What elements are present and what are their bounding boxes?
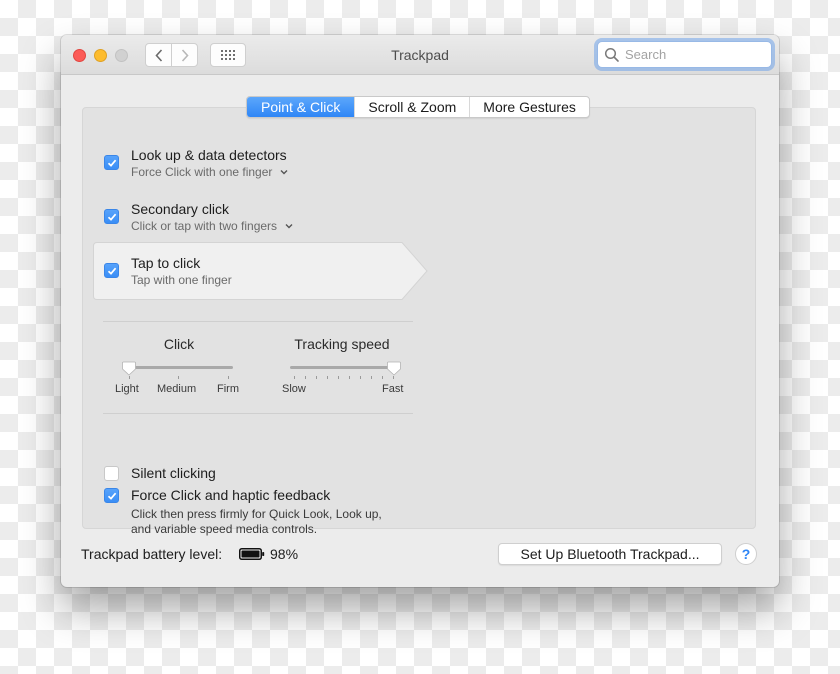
tracking-label-slow: Slow: [282, 383, 306, 395]
tab-bar: Point & Click Scroll & Zoom More Gesture…: [246, 96, 590, 118]
tracking-label-fast: Fast: [382, 383, 404, 395]
slider-tick: [129, 376, 130, 379]
settings-panel: Look up & data detectors Force Click wit…: [82, 107, 756, 536]
click-label-firm: Firm: [217, 383, 239, 395]
divider: [103, 321, 413, 322]
slider-tick: [228, 376, 229, 379]
tracking-slider-thumb[interactable]: [387, 361, 401, 376]
secondary-click-checkbox[interactable]: [104, 209, 119, 224]
setup-bluetooth-trackpad-button[interactable]: Set Up Bluetooth Trackpad...: [498, 543, 722, 565]
battery-icon: [239, 548, 265, 560]
tracking-speed-title: Tracking speed: [294, 336, 390, 352]
silent-clicking-label: Silent clicking: [131, 465, 216, 481]
slider-tick: [382, 376, 383, 379]
slider-tick: [316, 376, 317, 379]
force-click-description-line2: and variable speed media controls.: [131, 522, 318, 536]
click-slider-thumb[interactable]: [122, 361, 136, 376]
slider-tick: [393, 376, 394, 379]
search-icon: [604, 47, 619, 62]
click-slider-title: Click: [163, 336, 195, 352]
selection-highlight: [93, 242, 428, 300]
force-click-checkbox[interactable]: [104, 488, 119, 503]
silent-clicking-checkbox[interactable]: [104, 466, 119, 481]
checkmark-icon: [107, 492, 116, 500]
click-label-light: Light: [115, 383, 139, 395]
click-label-medium: Medium: [157, 383, 197, 395]
checkmark-icon: [107, 159, 116, 167]
tab-more-gestures[interactable]: More Gestures: [469, 97, 589, 117]
trackpad-preferences-window: Trackpad Point & Click Scroll & Zoom Mor…: [61, 35, 779, 587]
checkmark-icon: [107, 267, 116, 275]
tap-to-click-row[interactable]: [93, 242, 428, 300]
slider-tick: [327, 376, 328, 379]
slider-tick: [349, 376, 350, 379]
checkmark-icon: [107, 213, 116, 221]
secondary-click-title: Secondary click: [131, 201, 230, 217]
tap-to-click-checkbox[interactable]: [104, 263, 119, 278]
tap-to-click-subtitle: Tap with one finger: [131, 273, 232, 287]
look-up-subtitle: Force Click with one finger: [131, 165, 273, 179]
battery-percentage: 98%: [270, 546, 299, 562]
slider-tick: [371, 376, 372, 379]
force-click-label: Force Click and haptic feedback: [131, 487, 331, 503]
slider-tick: [178, 376, 179, 379]
force-click-description-line1: Click then press firmly for Quick Look, …: [131, 507, 382, 521]
question-mark-icon: ?: [741, 546, 751, 562]
look-up-checkbox[interactable]: [104, 155, 119, 170]
tracking-slider-track[interactable]: [290, 366, 396, 369]
look-up-gesture-dropdown[interactable]: Force Click with one finger: [131, 165, 288, 179]
secondary-click-subtitle: Click or tap with two fingers: [131, 219, 278, 233]
secondary-click-gesture-dropdown[interactable]: Click or tap with two fingers: [131, 219, 293, 233]
help-button[interactable]: ?: [735, 543, 757, 565]
slider-tick: [338, 376, 339, 379]
look-up-title: Look up & data detectors: [131, 147, 287, 163]
search-input[interactable]: [625, 47, 765, 62]
click-slider-track[interactable]: [125, 366, 233, 369]
tap-to-click-title: Tap to click: [131, 255, 201, 271]
search-field[interactable]: [597, 41, 772, 68]
chevron-down-icon: [285, 224, 293, 229]
chevron-down-icon: [280, 170, 288, 175]
tab-scroll-and-zoom[interactable]: Scroll & Zoom: [354, 97, 469, 117]
tab-point-and-click[interactable]: Point & Click: [247, 97, 355, 117]
divider: [103, 413, 413, 414]
title-bar: Trackpad: [61, 35, 779, 75]
slider-tick: [360, 376, 361, 379]
battery-level-label: Trackpad battery level:: [81, 546, 223, 562]
slider-tick: [305, 376, 306, 379]
slider-tick: [294, 376, 295, 379]
